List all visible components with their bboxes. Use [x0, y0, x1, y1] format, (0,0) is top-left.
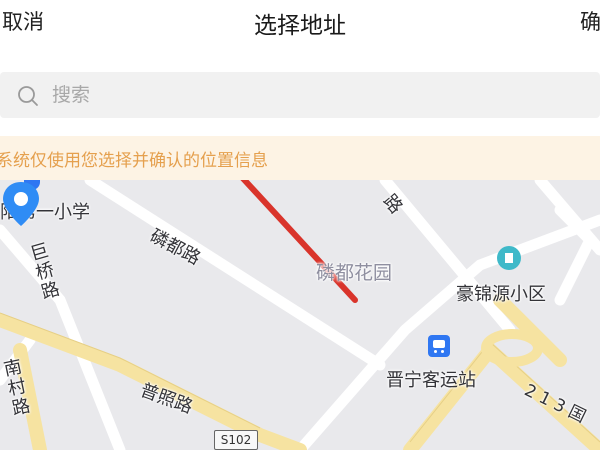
residential-poi-icon[interactable] — [497, 246, 521, 270]
map-roads — [0, 180, 600, 450]
map-label-garden: 磷都花园 — [316, 262, 393, 284]
search-bar[interactable] — [0, 72, 600, 118]
top-bar: 取消 选择地址 确定 — [0, 0, 600, 56]
privacy-notice: 系统仅使用您选择并确认的位置信息 — [0, 136, 600, 180]
route-shield-s102: S102 — [214, 430, 258, 450]
search-icon — [18, 86, 38, 106]
confirm-button[interactable]: 确定 — [580, 6, 600, 36]
map-view[interactable]: 阳第一小学 磷都路 巨桥路 南村路 普照路 路 磷都花园 豪锦源小区 晋宁客运站… — [0, 180, 600, 450]
page-title: 选择地址 — [254, 13, 346, 39]
map-label-bus-station[interactable]: 晋宁客运站 — [386, 366, 476, 392]
privacy-notice-text: 系统仅使用您选择并确认的位置信息 — [0, 151, 268, 171]
search-input[interactable] — [52, 80, 572, 110]
map-label-community[interactable]: 豪锦源小区 — [456, 280, 546, 306]
location-pin-icon[interactable] — [0, 180, 42, 226]
bus-station-icon[interactable] — [428, 335, 450, 357]
search-section — [0, 56, 600, 128]
